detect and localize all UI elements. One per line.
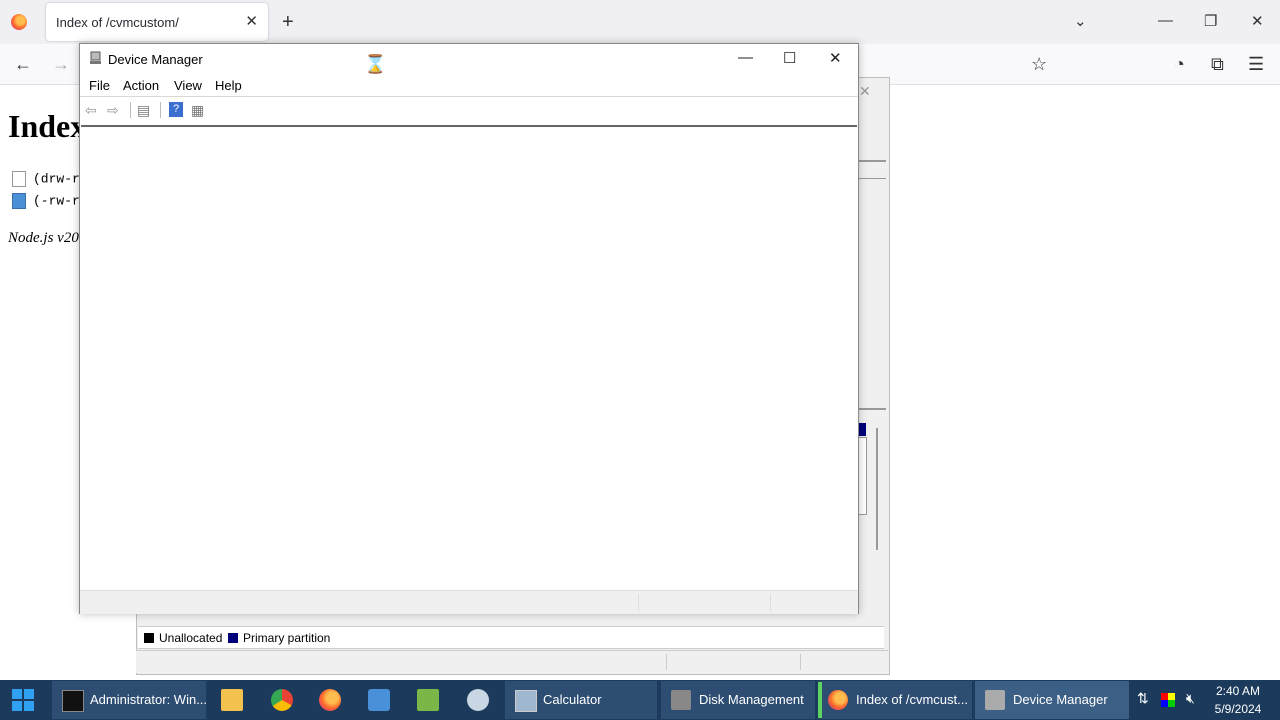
divider	[638, 594, 639, 611]
divider	[858, 160, 886, 162]
toolbar: ⇦ ⇨ ▤ ? ▦	[80, 96, 858, 123]
taskbar-item-terminal[interactable]: Administrator: Win...	[52, 681, 207, 719]
menu-action[interactable]: Action	[123, 78, 159, 93]
notepad-icon[interactable]	[368, 689, 390, 711]
close-icon[interactable]: ✕	[859, 83, 871, 100]
disk-icon	[671, 690, 691, 710]
bookmark-star-icon[interactable]: ☆	[1031, 54, 1047, 75]
help-icon[interactable]: ?	[169, 102, 183, 117]
paint-icon[interactable]	[467, 689, 489, 711]
divider	[858, 178, 886, 179]
forward-icon[interactable]: ⇨	[107, 102, 119, 119]
toolbar-separator	[130, 102, 131, 118]
legend-unallocated: Unallocated	[144, 631, 222, 645]
window-title: Device Manager	[108, 52, 203, 67]
partition-bar[interactable]	[858, 423, 866, 436]
partition-box[interactable]	[858, 437, 867, 515]
disk-legend: Unallocated Primary partition	[138, 626, 884, 649]
server-footer: Node.js v20	[8, 230, 79, 246]
menu-view[interactable]: View	[174, 78, 202, 93]
browser-tab-bar: Index of /cvmcustom/ ✕ + ⌄ — ❐ ✕	[0, 0, 1280, 44]
menu-file[interactable]: File	[89, 78, 110, 93]
hourglass-cursor-icon: ⌛	[364, 54, 387, 74]
close-window-icon[interactable]: ✕	[1251, 12, 1264, 30]
divider	[858, 408, 886, 410]
firefox-icon	[11, 14, 27, 30]
toolbar-separator	[160, 102, 161, 118]
list-item[interactable]: (-rw-rw	[12, 193, 88, 209]
close-tab-icon[interactable]: ✕	[245, 12, 258, 30]
status-bar	[80, 590, 858, 614]
maximize-icon[interactable]: ☐	[783, 49, 796, 67]
extensions-icon[interactable]: ⧉	[1211, 54, 1224, 75]
back-icon[interactable]: ←	[14, 54, 32, 75]
terminal-icon	[62, 690, 84, 712]
legend-swatch	[228, 633, 238, 643]
device-manager-icon	[985, 690, 1005, 710]
taskbar-item-firefox[interactable]: Index of /cvmcust...	[818, 681, 972, 719]
network-icon[interactable]: ⇅	[1137, 690, 1149, 707]
device-tree[interactable]	[81, 125, 857, 590]
color-icon[interactable]	[1161, 693, 1175, 707]
taskbar-item-device-manager[interactable]: Device Manager	[975, 681, 1129, 719]
file-explorer-icon[interactable]	[221, 689, 243, 711]
title-bar[interactable]: Device Manager — ☐ ✕	[80, 44, 858, 74]
restore-icon[interactable]: ❐	[1204, 12, 1217, 30]
divider	[666, 654, 667, 670]
divider	[800, 654, 801, 670]
taskbar-item-calculator[interactable]: Calculator	[505, 681, 657, 719]
close-icon[interactable]: ✕	[829, 49, 842, 67]
device-manager-icon	[90, 51, 101, 64]
firefox-icon	[828, 690, 848, 710]
legend-swatch	[144, 633, 154, 643]
scrollbar[interactable]	[876, 428, 878, 550]
forward-icon[interactable]: →	[52, 54, 70, 75]
volume-muted-icon[interactable]: 🔇︎	[1186, 690, 1195, 707]
active-indicator	[818, 682, 822, 718]
properties-icon[interactable]: ▤	[137, 102, 150, 119]
document-icon	[12, 193, 26, 209]
file-icon	[12, 171, 26, 187]
minimize-icon[interactable]: —	[1158, 12, 1173, 29]
task-manager-icon[interactable]	[417, 689, 439, 711]
tab-list-icon[interactable]: ⌄	[1074, 12, 1087, 30]
back-icon[interactable]: ⇦	[85, 102, 97, 119]
disk-status-bar	[136, 650, 888, 673]
calculator-icon	[515, 690, 537, 712]
taskbar-item-disk-management[interactable]: Disk Management	[661, 681, 815, 719]
browser-tab[interactable]: Index of /cvmcustom/ ✕	[46, 3, 268, 41]
tab-title: Index of /cvmcustom/	[56, 15, 179, 30]
divider	[770, 594, 771, 611]
taskbar: Administrator: Win... Calculator Disk Ma…	[0, 680, 1280, 720]
menu-bar: File Action View Help	[80, 74, 858, 96]
account-icon[interactable]: ◔	[1174, 54, 1185, 75]
firefox-icon[interactable]	[319, 689, 341, 711]
legend-primary: Primary partition	[228, 631, 330, 645]
minimize-icon[interactable]: —	[738, 49, 753, 66]
new-tab-icon[interactable]: +	[282, 11, 294, 34]
clock[interactable]: 2:40 AM 5/9/2024	[1208, 682, 1268, 718]
device-manager-window: Device Manager — ☐ ✕ File Action View He…	[79, 43, 859, 614]
list-item[interactable]: (drw-rw	[12, 171, 88, 187]
chrome-icon[interactable]	[271, 689, 293, 711]
start-icon[interactable]	[12, 689, 34, 711]
menu-help[interactable]: Help	[215, 78, 242, 93]
page-heading: Index	[8, 108, 87, 144]
view-icon[interactable]: ▦	[191, 102, 204, 119]
menu-icon[interactable]: ☰	[1248, 54, 1264, 75]
